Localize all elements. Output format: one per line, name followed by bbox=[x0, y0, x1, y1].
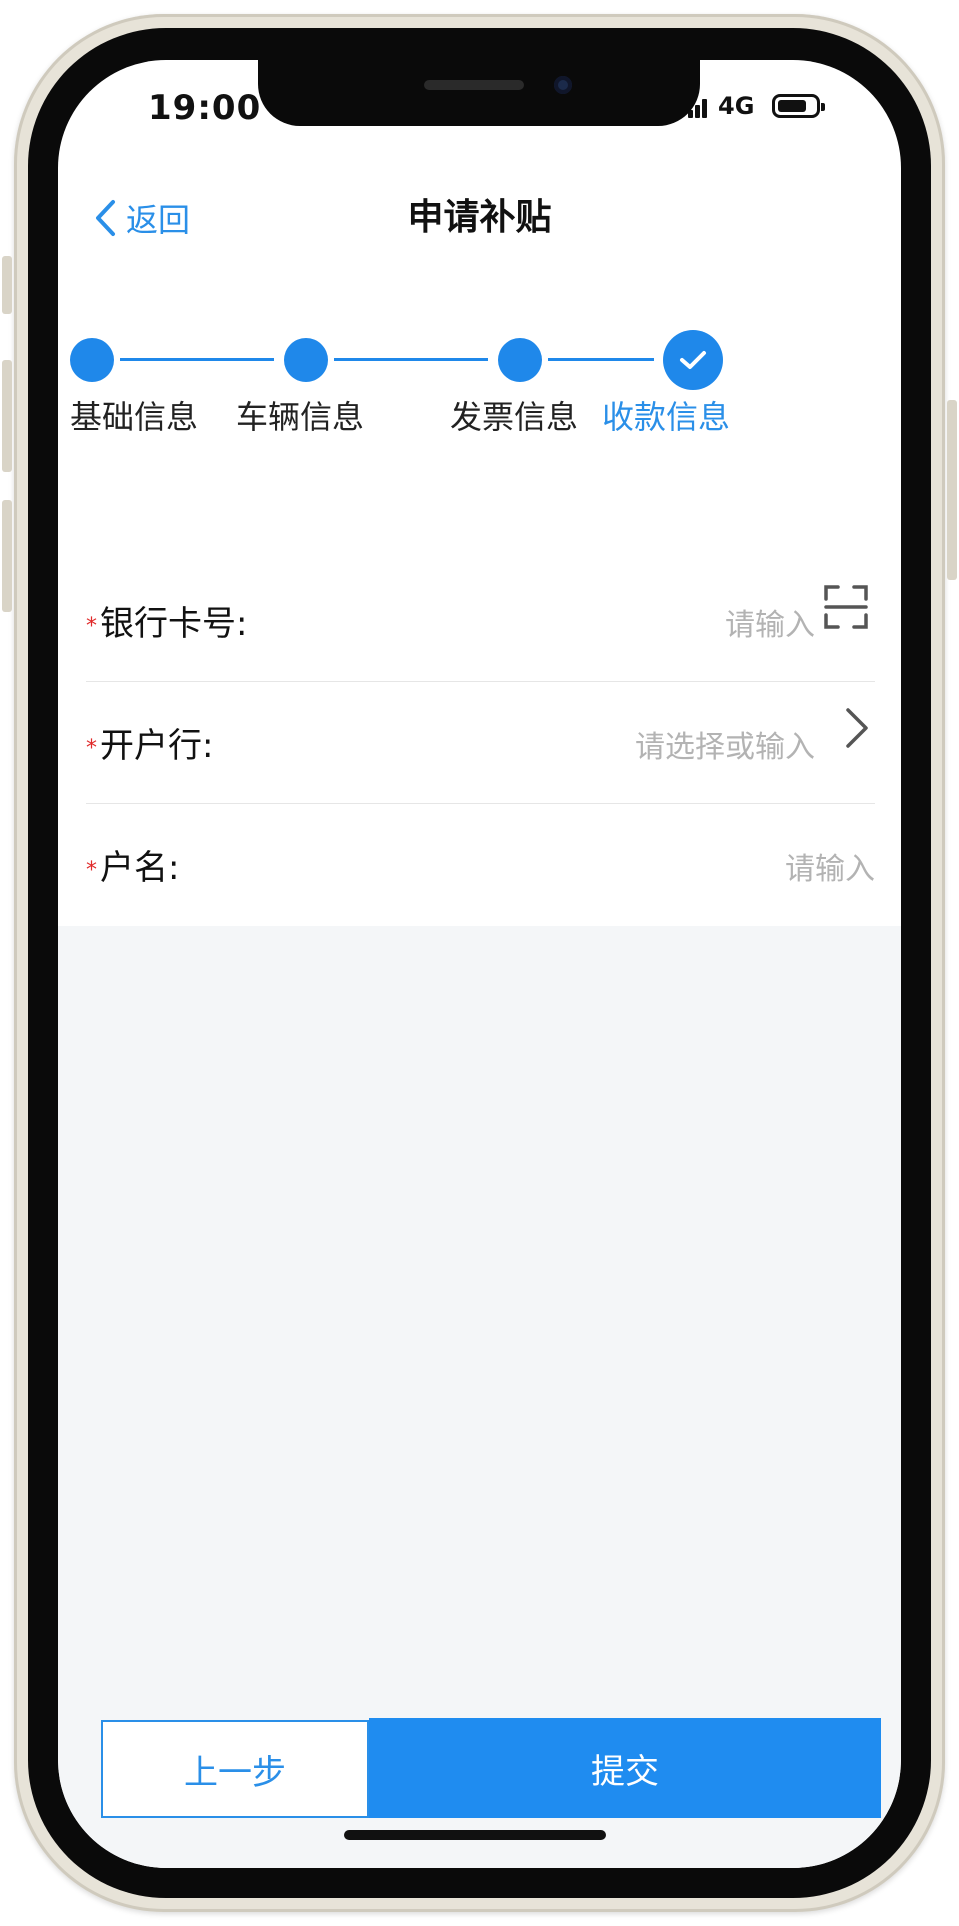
scan-icon[interactable] bbox=[823, 584, 869, 630]
volume-down-button bbox=[2, 500, 12, 612]
required-mark: * bbox=[86, 736, 97, 761]
front-camera bbox=[554, 76, 572, 94]
required-mark: * bbox=[86, 614, 97, 639]
step-1-dot bbox=[70, 338, 114, 382]
payment-form: * 银行卡号: 请输入 * 开户行: 请选择或输入 * 户名: 请输入 bbox=[58, 560, 901, 926]
step-3-dot bbox=[498, 338, 542, 382]
step-2-dot bbox=[284, 338, 328, 382]
notch bbox=[258, 60, 700, 126]
submit-button[interactable]: 提交 bbox=[369, 1718, 881, 1818]
account-name-label: 户名: bbox=[100, 848, 180, 888]
power-button bbox=[947, 400, 957, 580]
network-type: 4G bbox=[718, 92, 755, 120]
required-mark: * bbox=[86, 858, 97, 883]
volume-up-button bbox=[2, 360, 12, 472]
previous-step-button[interactable]: 上一步 bbox=[101, 1720, 369, 1818]
step-4-dot bbox=[663, 330, 723, 390]
step-connector-3 bbox=[548, 358, 654, 361]
bank-branch-label: 开户行: bbox=[100, 726, 214, 766]
progress-steps: 基础信息 车辆信息 发票信息 收款信息 bbox=[58, 312, 901, 436]
step-2-label: 车辆信息 bbox=[236, 398, 365, 436]
check-icon bbox=[680, 351, 706, 369]
page-title: 申请补贴 bbox=[407, 197, 552, 238]
battery-icon bbox=[772, 94, 825, 118]
bank-branch-input[interactable]: 请选择或输入 bbox=[635, 722, 815, 766]
account-name-input[interactable]: 请输入 bbox=[785, 844, 875, 888]
bank-card-input[interactable]: 请输入 bbox=[725, 600, 815, 644]
chevron-right-icon[interactable] bbox=[843, 706, 871, 750]
step-4-label: 收款信息 bbox=[602, 398, 731, 436]
step-connector-2 bbox=[334, 358, 488, 361]
mute-switch bbox=[2, 256, 12, 314]
bank-branch-row[interactable]: * 开户行: 请选择或输入 bbox=[86, 682, 875, 804]
account-name-row[interactable]: * 户名: 请输入 bbox=[86, 804, 875, 926]
step-1-label: 基础信息 bbox=[70, 398, 199, 436]
screen: 19:00 4G 返回 申请补贴 基础信息 车辆信息 发票信息 收款信息 * 银… bbox=[58, 60, 901, 1868]
step-3-label: 发票信息 bbox=[450, 398, 579, 436]
step-connector-1 bbox=[120, 358, 274, 361]
home-indicator[interactable] bbox=[344, 1830, 606, 1840]
status-time: 19:00 bbox=[148, 88, 262, 128]
bank-card-row[interactable]: * 银行卡号: 请输入 bbox=[86, 560, 875, 682]
speaker-grille bbox=[424, 80, 524, 90]
bank-card-label: 银行卡号: bbox=[100, 604, 248, 644]
